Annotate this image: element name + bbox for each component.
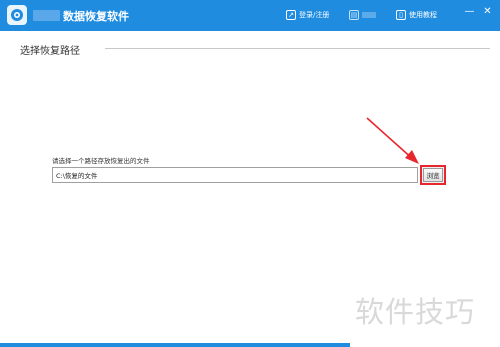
watermark: 软件技巧 xyxy=(355,295,476,329)
browse-button-highlight: 浏览 xyxy=(420,165,446,185)
bottom-progress-bar xyxy=(0,343,350,347)
browse-button[interactable]: 浏览 xyxy=(423,168,443,182)
path-prompt-label: 请选择一个路径存放恢复出的文件 xyxy=(52,157,150,165)
path-input[interactable] xyxy=(52,167,418,183)
